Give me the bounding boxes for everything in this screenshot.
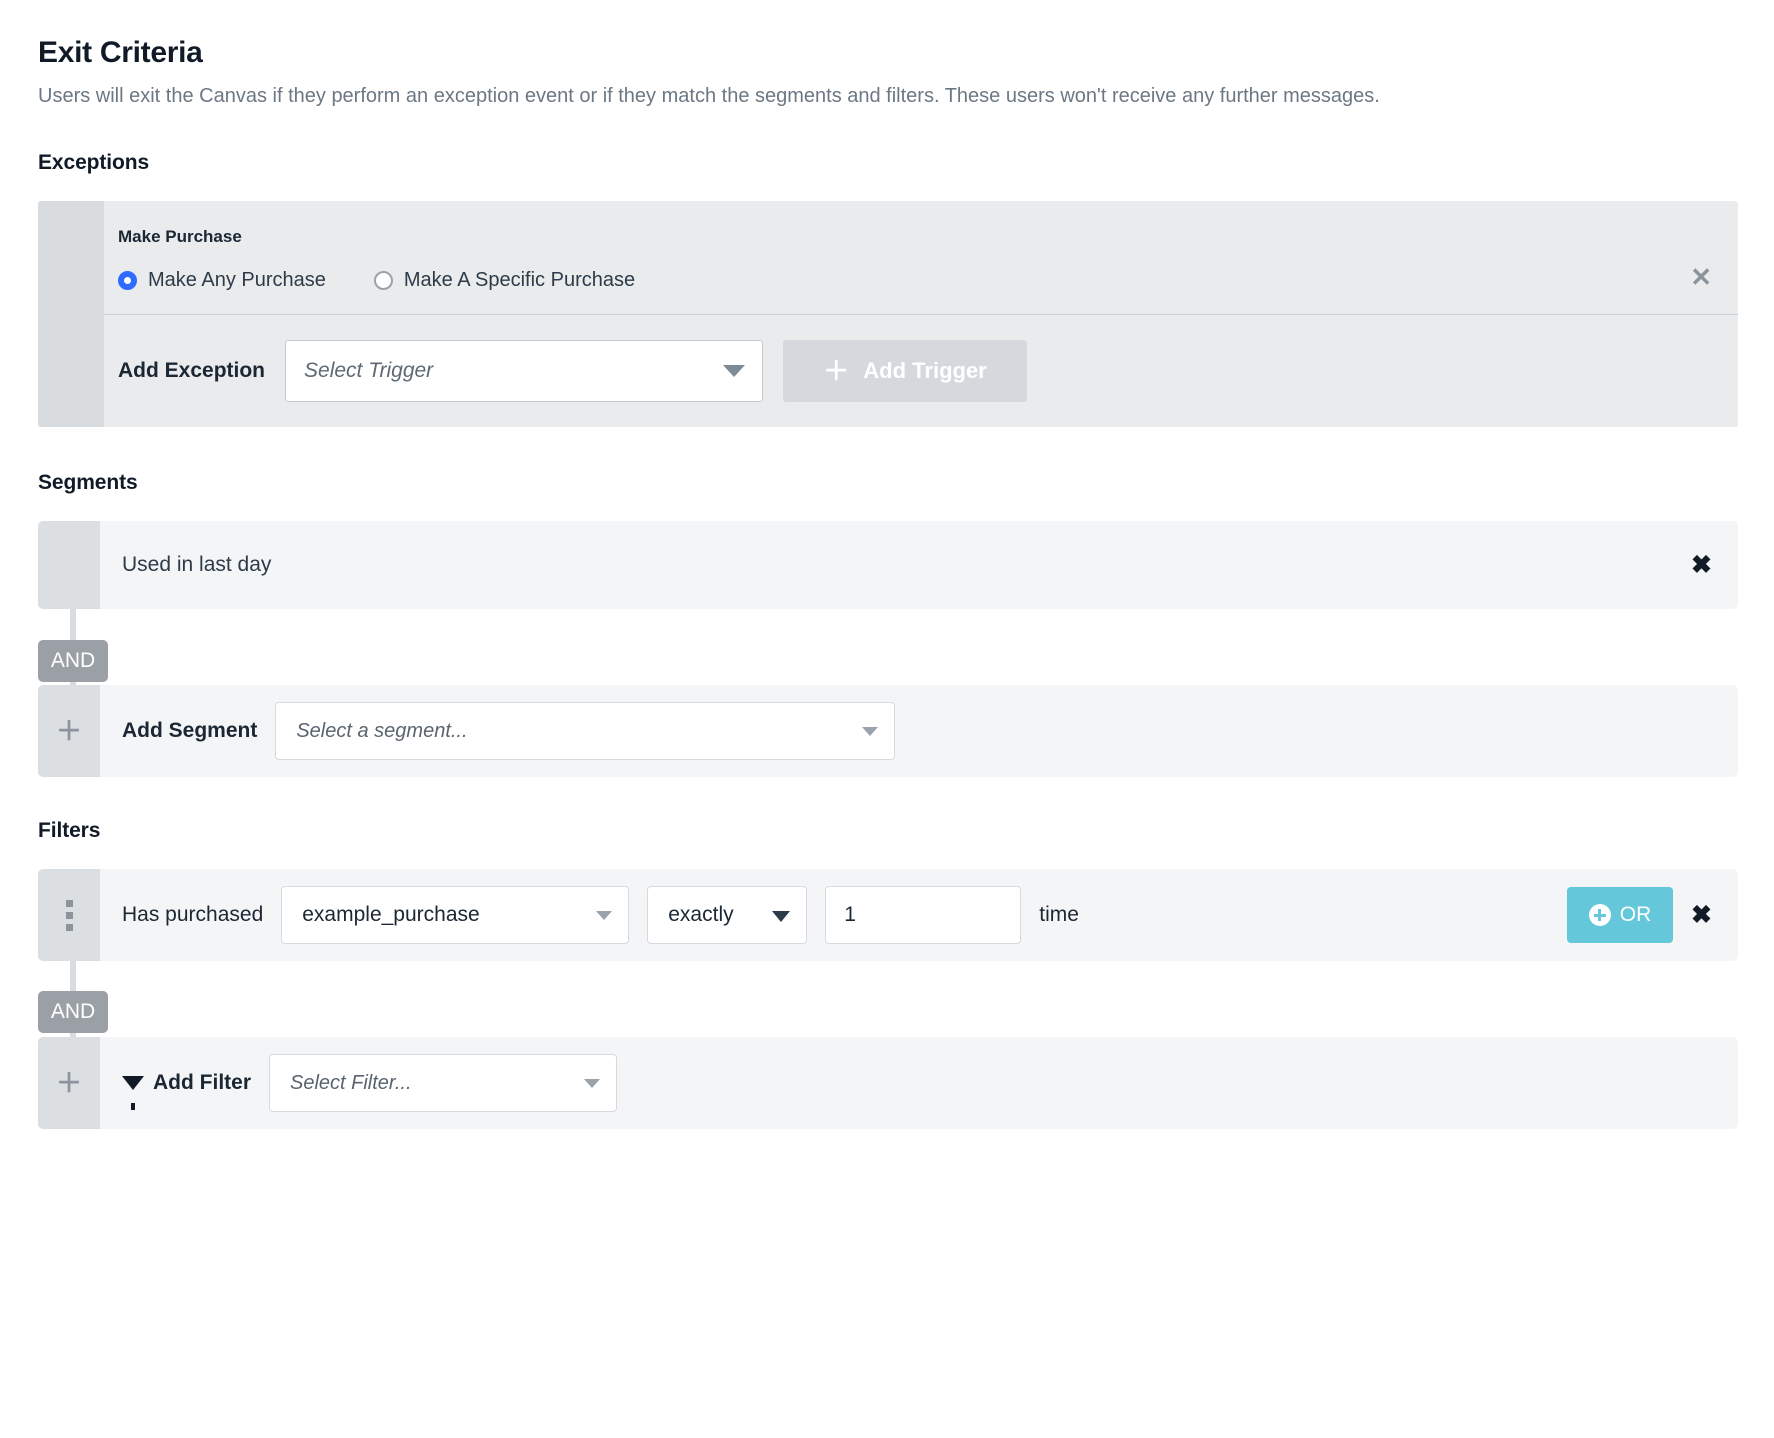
add-segment-handle[interactable]: ＋ [38,685,100,777]
exception-card-rail [38,201,104,427]
radio-make-any-purchase[interactable]: Make Any Purchase [118,269,326,292]
filter-prefix-label: Has purchased [122,903,264,926]
section-title-exceptions: Exceptions [38,151,150,174]
plus-icon: ＋ [55,716,82,746]
select-segment-dropdown[interactable]: Select a segment... [275,702,896,760]
add-filter-label: Add Filter [153,1071,251,1094]
plus-circle-icon [1588,904,1611,926]
add-segment-row: ＋ Add Segment Select a segment... [38,685,1738,777]
select-filter-placeholder: Select Filter... [290,1071,412,1094]
segment-row-rail [38,521,100,609]
drag-handle-icon [65,899,73,931]
filters-builder: AND Has purchased example_purchase exact… [38,869,1738,1129]
filter-event-dropdown[interactable]: example_purchase [281,886,630,944]
caret-down-icon [772,911,791,922]
section-title-segments: Segments [38,471,138,494]
or-label: OR [1619,903,1652,926]
select-segment-placeholder: Select a segment... [296,719,468,742]
filter-drag-handle[interactable] [38,869,100,961]
exception-card: Make Purchase Make Any Purchase Make A S… [38,201,1738,427]
filter-operator-dropdown[interactable]: exactly [647,886,808,944]
exception-title: Make Purchase [118,227,242,246]
add-segment-content: Add Segment Select a segment... [100,685,1738,777]
segment-row: Used in last day ✖ [38,521,1738,609]
add-filter-label-group: Add Filter [122,1071,251,1110]
exception-card-body: Make Purchase Make Any Purchase Make A S… [104,201,1738,427]
add-filter-handle[interactable]: ＋ [38,1037,100,1129]
plus-icon: ＋ [55,1068,82,1098]
add-exception-row: Add Exception Select Trigger ＋ Add Trigg… [104,315,1738,427]
add-trigger-label: Add Trigger [863,358,987,383]
add-exception-label: Add Exception [118,359,266,382]
caret-down-icon [862,727,879,736]
caret-down-icon [596,911,613,920]
filter-row-content: Has purchased example_purchase exactly t… [100,869,1738,961]
add-segment-label: Add Segment [122,719,258,742]
exception-radio-group: Make Any Purchase Make A Specific Purcha… [118,269,1708,292]
remove-segment-icon[interactable]: ✖ [1691,552,1712,578]
filter-count-input[interactable] [825,886,1022,944]
add-filter-row: ＋ Add Filter Select Filter... [38,1037,1738,1129]
radio-selected-icon [118,271,137,290]
plus-icon: ＋ [823,356,850,386]
chevron-down-icon [723,365,746,377]
page-description: Users will exit the Canvas if they perfo… [38,85,1380,107]
select-trigger-dropdown[interactable]: Select Trigger [285,340,764,402]
exit-criteria-page: Exit Criteria Users will exit the Canvas… [0,0,1774,1129]
filter-event-value: example_purchase [302,903,480,926]
segments-builder: AND Used in last day ✖ ＋ Add Segment Sel… [38,521,1738,777]
segment-name: Used in last day [122,553,272,576]
exception-header: Make Purchase Make Any Purchase Make A S… [104,201,1738,315]
radio-unselected-icon [373,271,393,290]
select-filter-dropdown[interactable]: Select Filter... [269,1054,617,1112]
radio-label: Make Any Purchase [148,269,326,291]
filter-row: Has purchased example_purchase exactly t… [38,869,1738,961]
caret-down-icon [584,1079,600,1088]
remove-exception-icon[interactable]: ✕ [1690,264,1712,290]
add-trigger-button[interactable]: ＋ Add Trigger [783,340,1028,402]
filter-and-chip[interactable]: AND [38,991,108,1033]
add-filter-content: Add Filter Select Filter... [100,1037,1738,1129]
filter-unit-label: time [1039,903,1079,926]
segment-and-chip[interactable]: AND [38,640,108,682]
radio-make-specific-purchase[interactable]: Make A Specific Purchase [373,269,636,292]
add-or-condition-button[interactable]: OR [1567,887,1674,943]
segment-row-content: Used in last day ✖ [100,521,1738,609]
select-trigger-placeholder: Select Trigger [304,359,434,382]
page-title: Exit Criteria [38,36,203,69]
funnel-icon [122,1076,144,1110]
filter-operator-value: exactly [668,903,734,926]
radio-label: Make A Specific Purchase [403,269,636,291]
remove-filter-icon[interactable]: ✖ [1691,902,1712,928]
section-title-filters: Filters [38,819,101,842]
